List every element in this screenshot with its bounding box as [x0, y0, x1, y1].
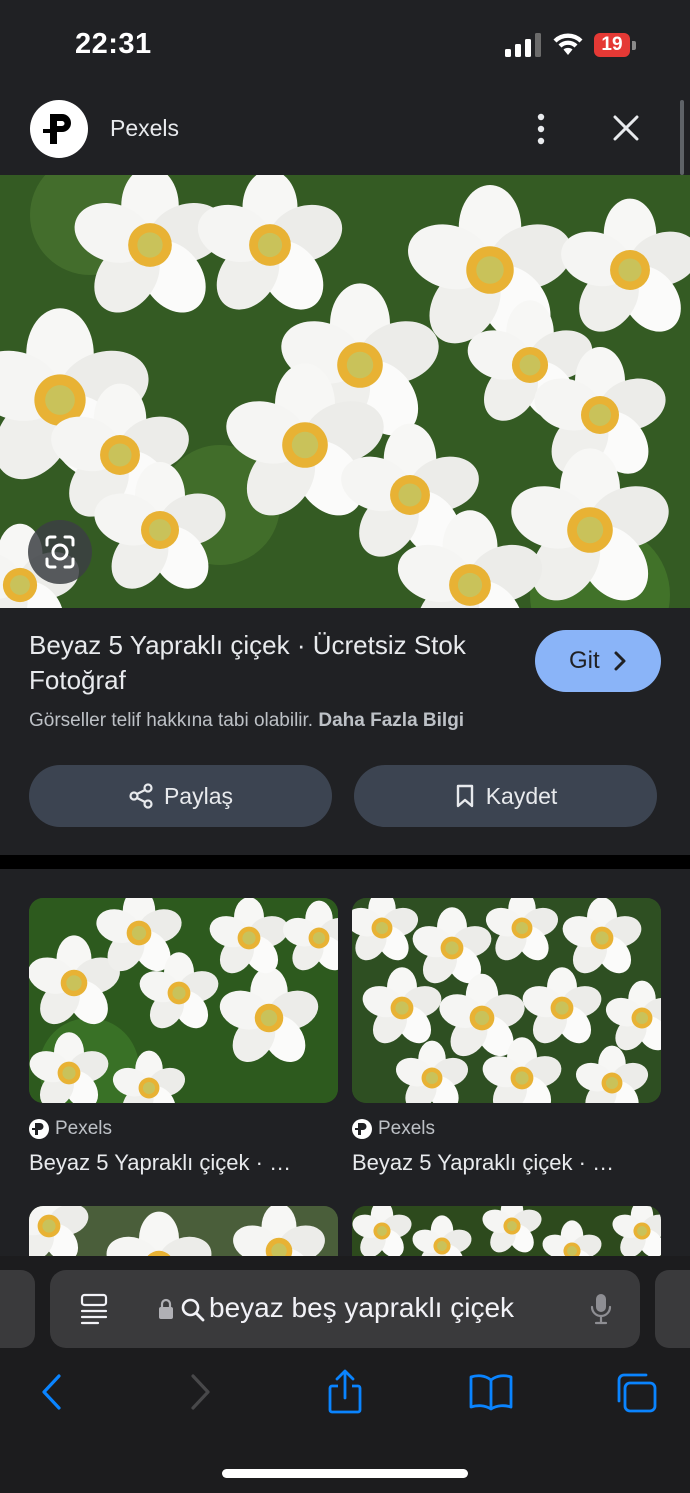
forward-icon[interactable]: [188, 1372, 214, 1412]
search-icon: [181, 1298, 205, 1322]
pexels-logo-icon: [29, 1119, 49, 1139]
go-button[interactable]: Git: [535, 630, 661, 692]
status-time: 22:31: [75, 28, 152, 60]
section-divider: [0, 855, 690, 869]
share-button[interactable]: Paylaş: [29, 765, 332, 827]
related-caption[interactable]: Beyaz 5 Yapraklı çiçek · …: [352, 1150, 652, 1176]
site-logo[interactable]: [30, 100, 88, 158]
lock-icon: [159, 1298, 173, 1319]
related-image[interactable]: [29, 898, 338, 1103]
sheet-header: [0, 90, 690, 175]
address-text[interactable]: beyaz beş yapraklı çiçek: [209, 1292, 514, 1324]
go-button-label: Git: [569, 647, 600, 674]
related-caption[interactable]: Beyaz 5 Yapraklı çiçek · …: [29, 1150, 329, 1176]
bookmarks-icon[interactable]: [468, 1372, 514, 1412]
more-vertical-icon[interactable]: [526, 112, 556, 146]
site-name[interactable]: Pexels: [110, 115, 179, 142]
close-icon[interactable]: [608, 112, 644, 146]
related-source-name: Pexels: [55, 1118, 113, 1139]
learn-more-link[interactable]: Daha Fazla Bilgi: [318, 710, 464, 731]
share-nodes-icon: [129, 783, 153, 809]
share-icon[interactable]: [326, 1368, 364, 1416]
save-button[interactable]: Kaydet: [354, 765, 657, 827]
back-icon[interactable]: [38, 1372, 64, 1412]
related-source-name: Pexels: [378, 1118, 436, 1139]
copyright-notice: Görseller telif hakkına tabi olabilir. D…: [29, 710, 464, 732]
battery-cap: [632, 41, 636, 50]
wifi-icon: [553, 33, 583, 55]
mic-icon[interactable]: [590, 1292, 612, 1326]
reader-icon[interactable]: [80, 1292, 108, 1326]
pexels-logo-icon: [32, 102, 86, 156]
home-indicator: [222, 1469, 468, 1478]
tabs-icon[interactable]: [614, 1372, 658, 1414]
battery-indicator: 19: [594, 33, 630, 57]
related-source: Pexels: [29, 1118, 112, 1140]
share-button-label: Paylaş: [163, 782, 234, 809]
image-title[interactable]: Beyaz 5 Yapraklı çiçek · Ücretsiz Stok F…: [29, 628, 499, 698]
pexels-logo-icon: [352, 1119, 372, 1139]
next-tab-peek[interactable]: [655, 1270, 690, 1348]
cellular-signal-icon: [505, 33, 541, 57]
related-image[interactable]: [352, 898, 661, 1103]
lens-icon: [45, 535, 75, 569]
previous-tab-peek[interactable]: [0, 1270, 35, 1348]
copyright-text: Görseller telif hakkına tabi olabilir.: [29, 710, 314, 731]
scroll-indicator: [680, 100, 684, 175]
bookmark-icon: [456, 784, 473, 808]
save-button-label: Kaydet: [485, 782, 558, 809]
chevron-right-icon: [614, 651, 626, 671]
related-source: Pexels: [352, 1118, 435, 1140]
lens-search-button[interactable]: [28, 520, 92, 584]
result-image[interactable]: [0, 175, 690, 608]
